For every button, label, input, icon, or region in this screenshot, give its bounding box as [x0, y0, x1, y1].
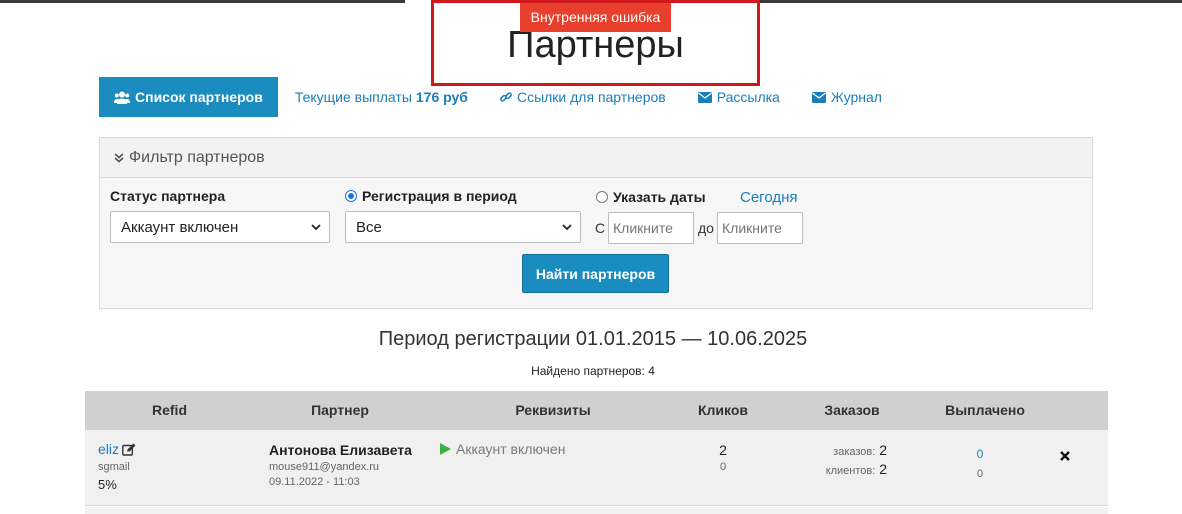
delete-icon[interactable]: [1060, 451, 1070, 461]
registration-select[interactable]: Все: [345, 211, 581, 243]
partner-name: Антонова Елизавета: [269, 442, 412, 458]
payouts-amount: 176 руб: [415, 89, 468, 105]
status-select-value: Аккаунт включен: [121, 218, 239, 236]
column-header-orders: Заказов: [824, 402, 880, 418]
clients-line: клиентов: 2: [785, 461, 887, 477]
clients-label: клиентов:: [825, 465, 876, 477]
envelope-icon: [811, 91, 826, 103]
registration-period-heading: Период регистрации 01.01.2015 — 10.06.20…: [378, 328, 808, 350]
from-label: С: [595, 220, 606, 236]
play-icon: [440, 443, 451, 455]
partner-email: mouse911@yandex.ru: [269, 461, 380, 473]
registration-label: Регистрация в период: [362, 188, 517, 204]
top-bar-left: [0, 0, 405, 3]
users-icon: [114, 91, 130, 104]
table-row: eliz sgmail 5% Антонова Елизавета mouse9…: [85, 430, 1108, 506]
refid-source: sgmail: [98, 461, 130, 473]
registration-period-option[interactable]: Регистрация в период: [345, 188, 517, 204]
table-header: Refid Партнер Реквизиты Кликов Заказов В…: [85, 391, 1108, 430]
tab-mailing-label: Рассылка: [716, 89, 780, 105]
dates-label: Указать даты: [613, 189, 706, 205]
partner-registered-date: 09.11.2022 - 11:03: [269, 476, 360, 488]
tab-journal[interactable]: Журнал: [811, 77, 882, 117]
orders-line: заказов: 2: [785, 442, 887, 458]
tab-mailing[interactable]: Рассылка: [697, 77, 780, 117]
error-badge: Внутренняя ошибка: [520, 3, 671, 32]
column-header-paid: Выплачено: [945, 402, 1025, 418]
column-header-requisites: Реквизиты: [515, 402, 591, 418]
tab-current-payouts-label: Текущие выплаты: [294, 89, 412, 105]
filter-header[interactable]: Фильтр партнеров: [100, 138, 1092, 178]
clicks-sub-count: 0: [719, 461, 727, 473]
tab-journal-label: Журнал: [830, 89, 882, 105]
tab-partners-list-label: Список партнеров: [135, 89, 263, 105]
find-partners-button[interactable]: Найти партнеров: [522, 254, 669, 293]
specify-dates-option[interactable]: Указать даты: [596, 189, 706, 205]
date-from-input[interactable]: [608, 212, 694, 244]
orders-count: 2: [879, 442, 887, 458]
today-link[interactable]: Сегодня: [740, 189, 798, 206]
paid-sub-amount: 0: [976, 468, 984, 480]
chevron-down-icon: [562, 224, 572, 231]
refid-percent: 5%: [98, 477, 117, 492]
registration-select-value: Все: [356, 218, 382, 236]
date-to-input[interactable]: [717, 212, 803, 244]
filter-title: Фильтр партнеров: [129, 148, 265, 166]
partners-nav: Список партнеров Текущие выплаты 176 руб…: [99, 77, 914, 117]
status-select[interactable]: Аккаунт включен: [110, 211, 330, 243]
orders-label: заказов:: [833, 446, 876, 458]
refid-link[interactable]: eliz: [98, 441, 136, 457]
top-bar-right: [760, 0, 1182, 3]
registration-radio[interactable]: [345, 190, 357, 202]
envelope-icon: [697, 91, 712, 103]
tab-current-payouts[interactable]: Текущие выплаты 176 руб: [295, 77, 468, 117]
clicks-count: 2: [719, 442, 727, 458]
tab-partner-links[interactable]: Ссылки для партнеров: [500, 77, 666, 117]
tab-partner-links-label: Ссылки для партнеров: [516, 89, 666, 105]
chevron-down-icon: [311, 224, 321, 231]
column-header-partner: Партнер: [311, 402, 369, 418]
column-header-refid: Refid: [152, 402, 187, 418]
partner-status-text: Аккаунт включен: [456, 441, 566, 457]
double-chevron-down-icon: [114, 152, 124, 163]
to-label: до: [698, 220, 714, 236]
refid-value: eliz: [98, 441, 120, 457]
tab-partners-list[interactable]: Список партнеров: [99, 77, 278, 117]
status-label: Статус партнера: [110, 188, 226, 204]
partner-status: Аккаунт включен: [440, 441, 565, 457]
table-row: [85, 507, 1108, 514]
paid-amount-link[interactable]: 0: [930, 447, 1030, 461]
edit-icon[interactable]: [122, 443, 136, 456]
clients-count: 2: [879, 461, 887, 477]
found-count: Найдено партнеров: 4: [531, 364, 655, 378]
link-icon: [500, 92, 512, 102]
dates-radio[interactable]: [596, 191, 608, 203]
column-header-clicks: Кликов: [697, 402, 749, 418]
